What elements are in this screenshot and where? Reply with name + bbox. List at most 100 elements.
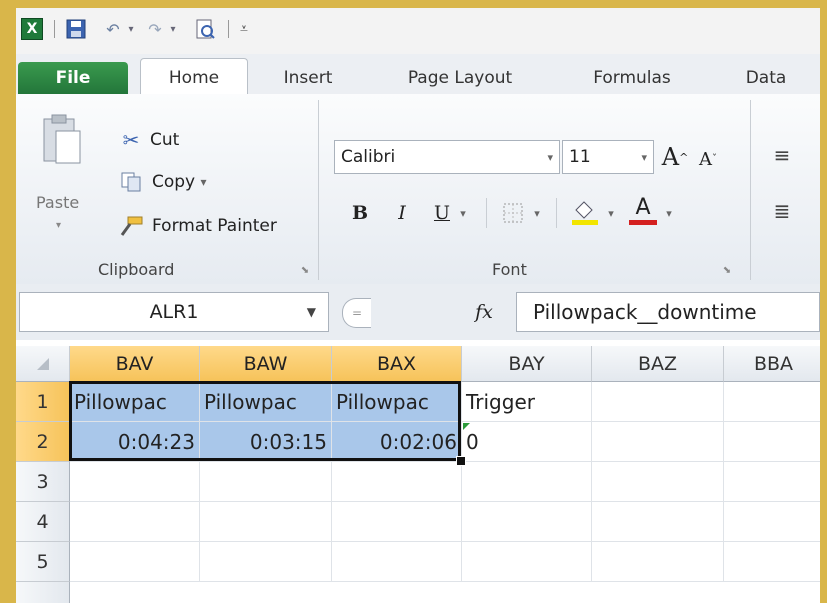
formula-cancel-icon[interactable]: = <box>342 298 371 328</box>
cell-baw4[interactable] <box>200 502 332 542</box>
excel-icon[interactable]: X <box>21 18 43 40</box>
copy-button[interactable]: Copy ▾ <box>152 168 207 196</box>
tab-data[interactable]: Data <box>726 62 806 94</box>
column-header-bav[interactable]: BAV <box>70 346 200 382</box>
cell-bay3[interactable] <box>462 462 592 502</box>
ribbon-tabs: File Home Insert Page Layout Formulas Da… <box>16 54 820 96</box>
quick-access-toolbar: X ↶ ▾ ↷ ▾ ⩡ <box>16 8 820 54</box>
row-header-1[interactable]: 1 <box>16 382 70 422</box>
cell-bax3[interactable] <box>332 462 462 502</box>
font-size-dropdown-icon: ▾ <box>641 150 647 164</box>
tab-insert[interactable]: Insert <box>268 62 348 94</box>
worksheet-grid: BAV BAW BAX BAY BAZ BBA 1 2 3 4 5 Pillow… <box>16 340 820 603</box>
error-indicator-icon <box>463 423 470 430</box>
cell-bav4[interactable] <box>70 502 200 542</box>
font-dialog-launcher-icon[interactable]: ⬊ <box>720 262 734 278</box>
customize-qat-icon[interactable]: ⩡ <box>236 18 252 40</box>
underline-button[interactable]: U <box>428 198 456 228</box>
font-name-select[interactable]: Calibri ▾ <box>334 140 560 174</box>
fill-color-icon[interactable] <box>568 194 602 228</box>
cell-bay2[interactable]: 0 <box>462 422 592 462</box>
row-header-2[interactable]: 2 <box>16 422 70 462</box>
row-header-5[interactable]: 5 <box>16 542 70 582</box>
formula-bar: ALR1 ▼ = fx Pillowpack__downtime <box>16 284 820 341</box>
paste-button[interactable]: Paste <box>36 190 92 214</box>
cell-bay5[interactable] <box>462 542 592 582</box>
font-name-dropdown-icon: ▾ <box>547 150 553 164</box>
undo-icon[interactable]: ↶ <box>102 18 124 40</box>
insert-function-icon[interactable]: fx <box>466 296 502 328</box>
cell-bav5[interactable] <box>70 542 200 582</box>
fill-handle[interactable] <box>456 456 466 466</box>
print-preview-icon[interactable] <box>192 18 218 40</box>
column-header-bba[interactable]: BBA <box>724 346 820 382</box>
save-icon[interactable] <box>64 18 88 40</box>
cell-bav1[interactable]: Pillowpac <box>70 382 200 422</box>
bold-button[interactable]: B <box>346 198 374 228</box>
cell-bba2[interactable] <box>724 422 820 462</box>
cell-bba4[interactable] <box>724 502 820 542</box>
name-box[interactable]: ALR1 ▼ <box>19 292 329 332</box>
borders-dropdown-icon[interactable]: ▾ <box>530 202 544 224</box>
undo-dropdown-icon[interactable]: ▾ <box>124 18 138 40</box>
cell-bba3[interactable] <box>724 462 820 502</box>
align-left-icon[interactable]: ≣ <box>768 198 796 224</box>
row-header-4[interactable]: 4 <box>16 502 70 542</box>
ribbon-home: Paste ▾ ✂ Cut Copy ▾ Format Painter Clip… <box>16 94 820 285</box>
cell-baw3[interactable] <box>200 462 332 502</box>
font-color-button[interactable]: A <box>626 192 660 228</box>
redo-icon[interactable]: ↷ <box>144 18 166 40</box>
cut-button[interactable]: Cut <box>150 126 179 154</box>
cell-baz5[interactable] <box>592 542 724 582</box>
cell-baw5[interactable] <box>200 542 332 582</box>
cell-baz2[interactable] <box>592 422 724 462</box>
shrink-font-icon[interactable]: Aˇ <box>696 146 720 172</box>
column-header-bay[interactable]: BAY <box>462 346 592 382</box>
font-group-label: Font <box>492 260 527 279</box>
format-painter-icon[interactable] <box>116 212 146 240</box>
cell-bba5[interactable] <box>724 542 820 582</box>
clipboard-group-label: Clipboard <box>98 260 175 279</box>
column-header-bax[interactable]: BAX <box>332 346 462 382</box>
tab-page-layout[interactable]: Page Layout <box>386 62 534 94</box>
column-header-baz[interactable]: BAZ <box>592 346 724 382</box>
column-header-baw[interactable]: BAW <box>200 346 332 382</box>
fill-color-dropdown-icon[interactable]: ▾ <box>604 202 618 224</box>
row-header-3[interactable]: 3 <box>16 462 70 502</box>
name-box-dropdown-icon: ▼ <box>306 305 316 319</box>
underline-dropdown-icon[interactable]: ▾ <box>456 202 470 224</box>
formula-input[interactable]: Pillowpack__downtime <box>516 292 820 332</box>
align-top-icon[interactable]: ≡ <box>768 142 796 168</box>
cell-bax2[interactable]: 0:02:06 <box>332 422 462 462</box>
cell-bav3[interactable] <box>70 462 200 502</box>
cell-baz4[interactable] <box>592 502 724 542</box>
cell-bay4[interactable] <box>462 502 592 542</box>
cell-bav2[interactable]: 0:04:23 <box>70 422 200 462</box>
paste-dropdown-icon[interactable]: ▾ <box>56 216 72 234</box>
cell-baw2[interactable]: 0:03:15 <box>200 422 332 462</box>
cell-bax1[interactable]: Pillowpac <box>332 382 462 422</box>
borders-icon[interactable] <box>498 198 528 228</box>
clipboard-dialog-launcher-icon[interactable]: ⬊ <box>298 262 312 278</box>
cell-bax4[interactable] <box>332 502 462 542</box>
tab-file[interactable]: File <box>18 62 128 94</box>
italic-button[interactable]: I <box>388 198 416 228</box>
copy-icon[interactable] <box>118 168 144 196</box>
format-painter-button[interactable]: Format Painter <box>152 212 277 240</box>
tab-home[interactable]: Home <box>140 58 248 96</box>
cell-baz3[interactable] <box>592 462 724 502</box>
row-header-6[interactable] <box>16 582 70 603</box>
paste-icon[interactable] <box>36 112 86 170</box>
cell-baw1[interactable]: Pillowpac <box>200 382 332 422</box>
cell-bay1[interactable]: Trigger <box>462 382 592 422</box>
cell-bba1[interactable] <box>724 382 820 422</box>
grow-font-icon[interactable]: A ^ <box>662 142 689 172</box>
font-color-dropdown-icon[interactable]: ▾ <box>662 202 676 224</box>
tab-formulas[interactable]: Formulas <box>572 62 692 94</box>
cut-icon[interactable]: ✂ <box>118 126 144 154</box>
font-size-select[interactable]: 11 ▾ <box>562 140 654 174</box>
select-all-corner[interactable] <box>16 346 70 382</box>
redo-dropdown-icon[interactable]: ▾ <box>166 18 180 40</box>
cell-bax5[interactable] <box>332 542 462 582</box>
cell-baz1[interactable] <box>592 382 724 422</box>
